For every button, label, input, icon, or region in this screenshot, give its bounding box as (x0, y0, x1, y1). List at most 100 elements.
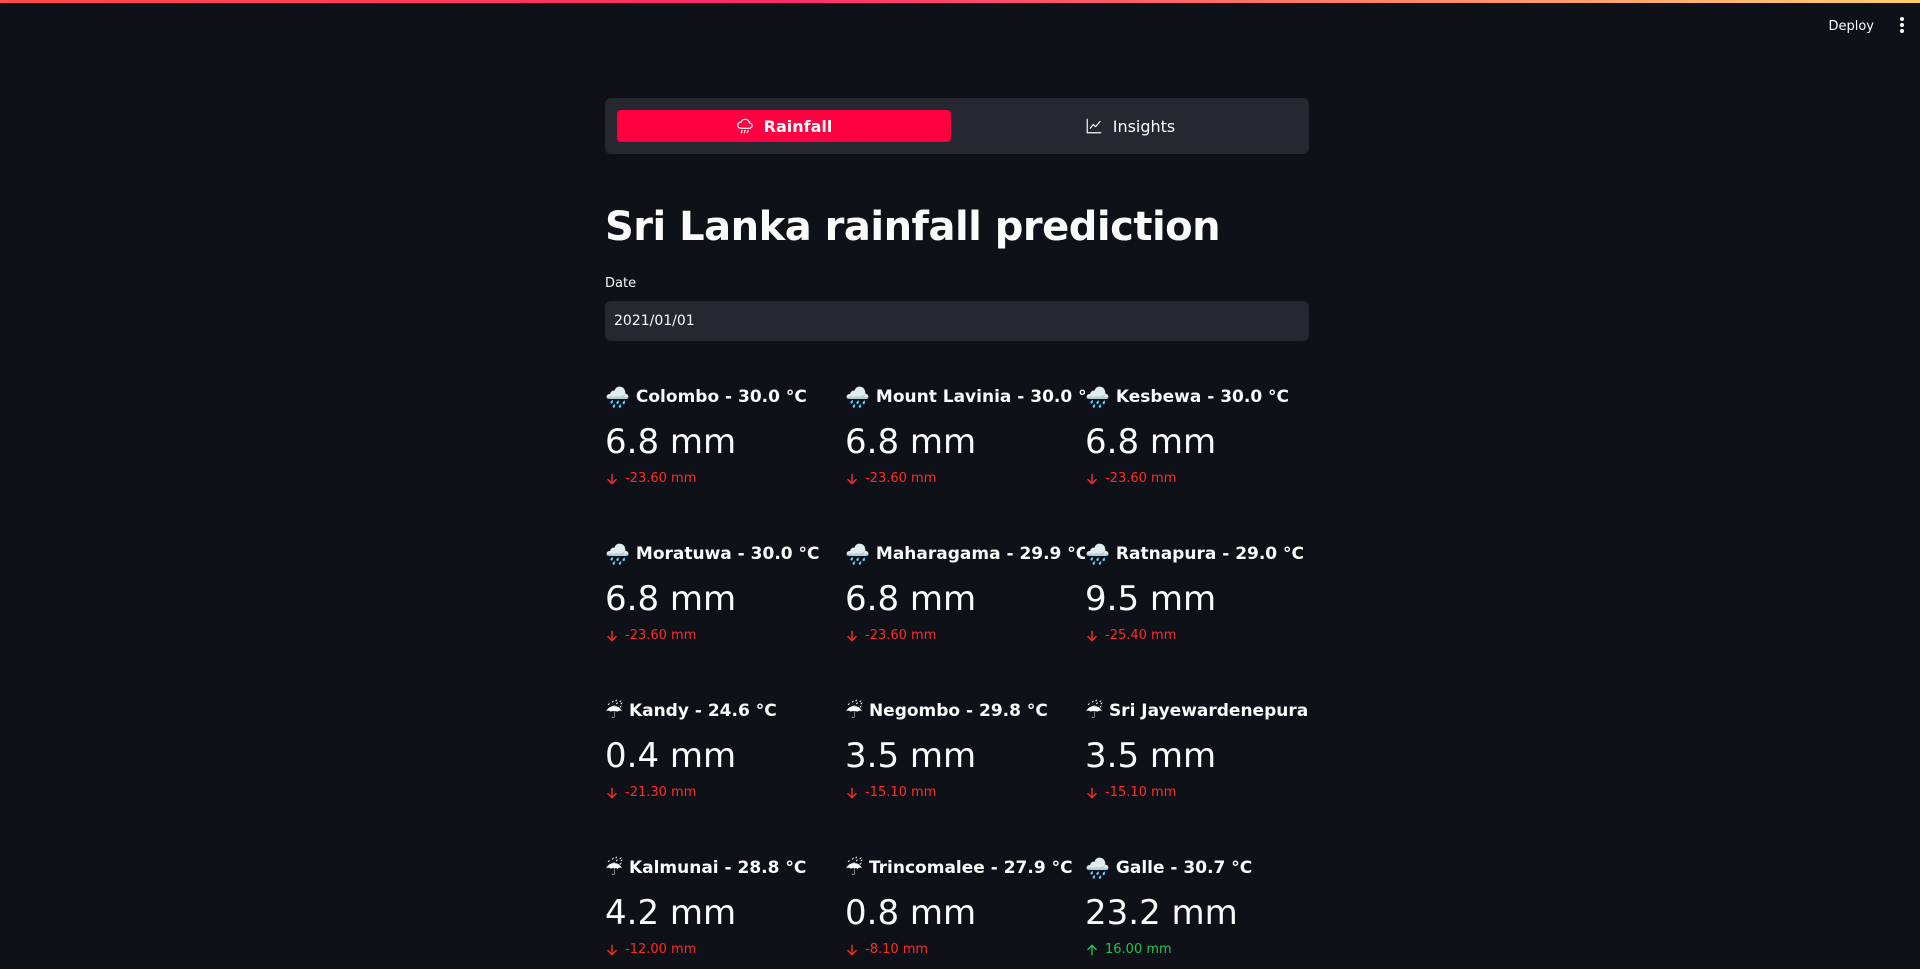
rain-cloud-icon: 🌧️ (1085, 385, 1110, 409)
rainfall-delta: -23.60 mm (845, 471, 1085, 486)
main-menu-button[interactable] (1894, 15, 1910, 39)
delta-text: -21.30 mm (625, 785, 697, 800)
line-chart-icon (1086, 118, 1102, 134)
metric-label: 🌧️ Maharagama - 29.9 °C (845, 542, 1085, 566)
kebab-dot (1900, 29, 1904, 33)
metric-label: 🌧️ Kesbewa - 30.0 °C (1085, 385, 1309, 409)
delta-text: -15.10 mm (865, 785, 937, 800)
metric-card: 🌧️ Colombo - 30.0 °C 6.8 mm -23.60 mm (605, 385, 845, 498)
city-label: Maharagama - 29.9 °C (875, 544, 1085, 564)
delta-text: 16.00 mm (1105, 942, 1172, 957)
page-title: Sri Lanka rainfall prediction (605, 204, 1221, 250)
metric-label: 🌧️ Ratnapura - 29.0 °C (1085, 542, 1309, 566)
arrow-down-icon (847, 944, 857, 955)
rainfall-value: 6.8 mm (845, 579, 977, 619)
city-label: Negombo - 29.8 °C (868, 701, 1048, 721)
delta-text: -23.60 mm (625, 628, 697, 643)
metric-card: ☔ Kandy - 24.6 °C 0.4 mm -21.30 mm (605, 699, 845, 812)
deploy-button[interactable]: Deploy (1822, 15, 1880, 38)
metric-label: ☔ Kalmunai - 28.8 °C (605, 856, 845, 880)
rainfall-value: 0.8 mm (845, 893, 977, 933)
metric-label: 🌧️ Colombo - 30.0 °C (605, 385, 845, 409)
rainfall-delta: -15.10 mm (1085, 785, 1309, 800)
city-label: Moratuwa - 30.0 °C (635, 544, 820, 564)
rain-cloud-icon: 🌧️ (605, 385, 630, 409)
arrow-up-icon (1087, 944, 1097, 955)
rainfall-delta: -25.40 mm (1085, 628, 1309, 643)
rainfall-value: 9.5 mm (1085, 579, 1217, 619)
date-input[interactable] (605, 301, 1309, 341)
rain-cloud-icon: 🌧️ (1085, 856, 1110, 880)
metric-label: 🌧️ Mount Lavinia - 30.0 °C (845, 385, 1085, 409)
delta-text: -23.60 mm (1105, 471, 1177, 486)
cloud-rain-icon (736, 118, 753, 134)
rainfall-value: 3.5 mm (845, 736, 977, 776)
date-label: Date (605, 276, 637, 291)
metric-card: 🌧️ Maharagama - 29.9 °C 6.8 mm -23.60 mm (845, 542, 1085, 655)
arrow-down-icon (1087, 473, 1097, 484)
city-label: Colombo - 30.0 °C (635, 387, 807, 407)
metric-label: 🌧️ Galle - 30.7 °C (1085, 856, 1309, 880)
rainfall-value: 23.2 mm (1085, 893, 1238, 933)
metric-card: 🌧️ Mount Lavinia - 30.0 °C 6.8 mm -23.60… (845, 385, 1085, 498)
arrow-down-icon (607, 473, 617, 484)
arrow-down-icon (847, 630, 857, 641)
metric-card: 🌧️ Galle - 30.7 °C 23.2 mm 16.00 mm (1085, 856, 1309, 969)
rainfall-delta: -15.10 mm (845, 785, 1085, 800)
city-label: Mount Lavinia - 30.0 °C (875, 387, 1085, 407)
umbrella-rain-icon: ☔ (605, 699, 623, 723)
option-menu: Rainfall Insights (605, 98, 1309, 154)
rainfall-delta: 16.00 mm (1085, 942, 1309, 957)
rainfall-value: 6.8 mm (605, 422, 737, 462)
city-label: Kandy - 24.6 °C (628, 701, 777, 721)
tab-insights[interactable]: Insights (963, 110, 1297, 142)
rain-cloud-icon: 🌧️ (605, 542, 630, 566)
kebab-dot (1900, 23, 1904, 27)
umbrella-rain-icon: ☔ (1085, 699, 1103, 723)
rain-cloud-icon: 🌧️ (1085, 542, 1110, 566)
metric-card: 🌧️ Moratuwa - 30.0 °C 6.8 mm -23.60 mm (605, 542, 845, 655)
rainfall-value: 4.2 mm (605, 893, 737, 933)
rainfall-value: 6.8 mm (845, 422, 977, 462)
arrow-down-icon (607, 630, 617, 641)
metric-card: 🌧️ Kesbewa - 30.0 °C 6.8 mm -23.60 mm (1085, 385, 1309, 498)
rain-cloud-icon: 🌧️ (845, 542, 870, 566)
tab-label: Insights (1112, 116, 1176, 136)
rainfall-value: 0.4 mm (605, 736, 737, 776)
rainfall-delta: -23.60 mm (1085, 471, 1309, 486)
metric-label: 🌧️ Moratuwa - 30.0 °C (605, 542, 845, 566)
main-content: Rainfall Insights Sri Lanka rainfall pre… (605, 98, 1309, 969)
city-label: Sri Jayewardenepura K (1108, 701, 1309, 721)
delta-text: -8.10 mm (865, 942, 929, 957)
delta-text: -25.40 mm (1105, 628, 1177, 643)
metric-label: ☔ Trincomalee - 27.9 °C (845, 856, 1085, 880)
metric-card: 🌧️ Ratnapura - 29.0 °C 9.5 mm -25.40 mm (1085, 542, 1309, 655)
metrics-grid: 🌧️ Colombo - 30.0 °C 6.8 mm -23.60 mm 🌧️… (605, 385, 1309, 969)
arrow-down-icon (607, 944, 617, 955)
metric-card: ☔ Negombo - 29.8 °C 3.5 mm -15.10 mm (845, 699, 1085, 812)
metric-card: ☔ Trincomalee - 27.9 °C 0.8 mm -8.10 mm (845, 856, 1085, 969)
city-label: Galle - 30.7 °C (1115, 858, 1253, 878)
rainfall-delta: -21.30 mm (605, 785, 845, 800)
umbrella-rain-icon: ☔ (845, 856, 863, 880)
rainfall-delta: -23.60 mm (605, 471, 845, 486)
kebab-dot (1900, 17, 1904, 21)
city-label: Kesbewa - 30.0 °C (1115, 387, 1290, 407)
app-header: Deploy (0, 3, 1920, 49)
arrow-down-icon (1087, 630, 1097, 641)
delta-text: -23.60 mm (865, 471, 937, 486)
delta-text: -23.60 mm (865, 628, 937, 643)
metric-label: ☔ Kandy - 24.6 °C (605, 699, 845, 723)
metric-card: ☔ Kalmunai - 28.8 °C 4.2 mm -12.00 mm (605, 856, 845, 969)
rainfall-value: 6.8 mm (1085, 422, 1217, 462)
city-label: Kalmunai - 28.8 °C (628, 858, 807, 878)
tab-rainfall[interactable]: Rainfall (617, 110, 951, 142)
delta-text: -12.00 mm (625, 942, 697, 957)
umbrella-rain-icon: ☔ (845, 699, 863, 723)
rain-cloud-icon: 🌧️ (845, 385, 870, 409)
metric-label: ☔ Negombo - 29.8 °C (845, 699, 1085, 723)
arrow-down-icon (847, 787, 857, 798)
rainfall-delta: -8.10 mm (845, 942, 1085, 957)
rainfall-value: 6.8 mm (605, 579, 737, 619)
rainfall-delta: -12.00 mm (605, 942, 845, 957)
